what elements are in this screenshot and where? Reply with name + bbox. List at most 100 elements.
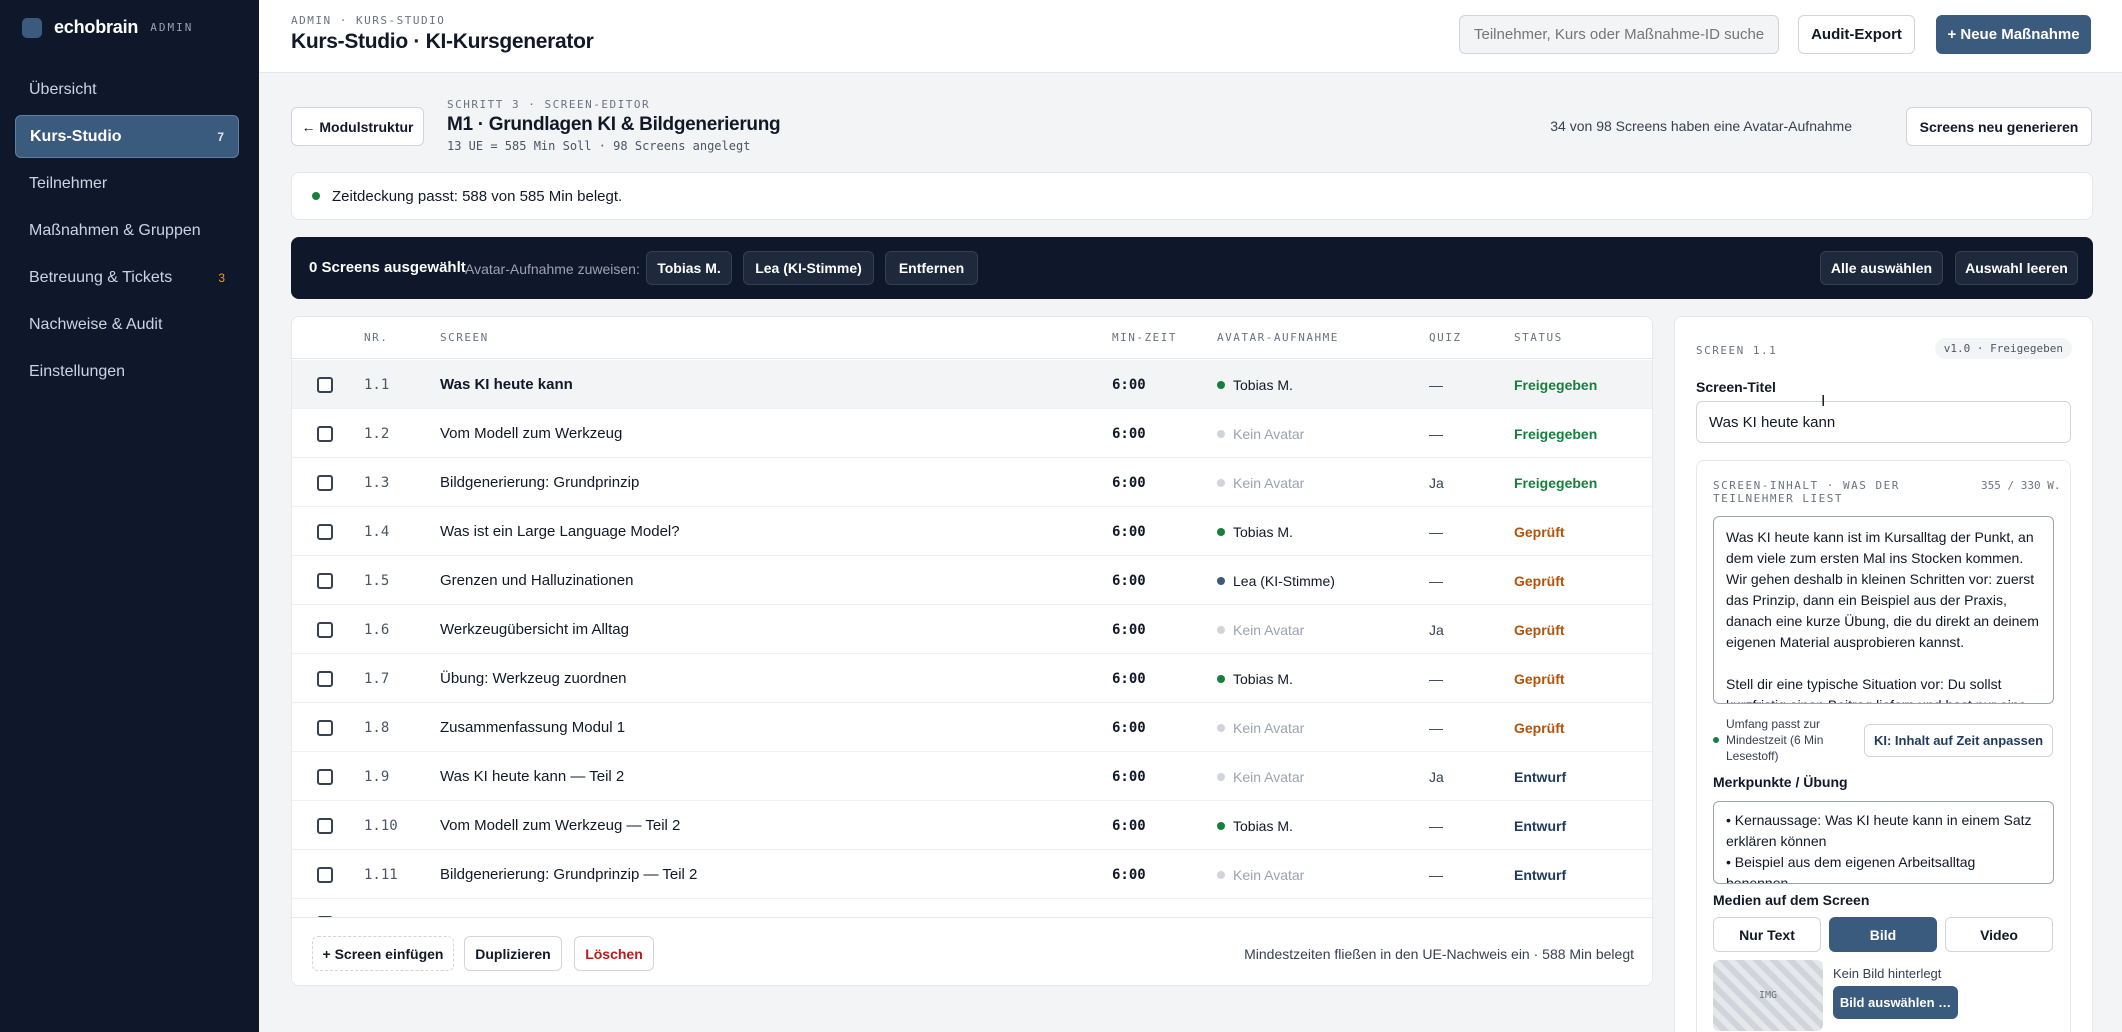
row-title[interactable]: Was KI heute kann	[440, 376, 573, 393]
row-checkbox[interactable]	[317, 671, 333, 687]
row-title[interactable]: Was KI heute kann — Teil 2	[440, 768, 624, 785]
row-checkbox[interactable]	[317, 426, 333, 442]
row-title[interactable]: Werkzeugübersicht im Alltag	[440, 621, 629, 638]
col-header-time[interactable]: MIN-ZEIT	[1112, 331, 1177, 344]
sidebar-item-einstellungen[interactable]: Einstellungen	[15, 350, 239, 393]
screen-title-input[interactable]: Was KI heute kann	[1696, 401, 2071, 443]
audit-export-button[interactable]: Audit-Export	[1798, 15, 1915, 54]
col-header-quiz[interactable]: QUIZ	[1429, 331, 1462, 344]
select-all-button[interactable]: Alle auswählen	[1820, 251, 1943, 285]
assign-tobias-button[interactable]: Tobias M.	[646, 251, 732, 285]
col-header-screen[interactable]: SCREEN	[440, 331, 489, 344]
row-checkbox[interactable]	[317, 720, 333, 736]
screens-table: NR. SCREEN MIN-ZEIT AVATAR-AUFNAHME QUIZ…	[291, 316, 1653, 986]
media-option-text[interactable]: Nur Text	[1713, 917, 1821, 952]
status-dot-icon	[312, 192, 320, 200]
table-row[interactable]: 1.11 Bildgenerierung: Grundprinzip — Teil…	[292, 850, 1652, 899]
clear-selection-button[interactable]: Auswahl leeren	[1955, 251, 2078, 285]
row-title[interactable]: Vom Modell zum Werkzeug — Teil 2	[440, 817, 680, 834]
assign-lea-button[interactable]: Lea (KI-Stimme)	[743, 251, 874, 285]
row-avatar-label: Tobias M.	[1233, 377, 1293, 393]
sidebar-item-kurs-studio[interactable]: Kurs-Studio 7	[15, 115, 239, 158]
row-checkbox[interactable]	[317, 573, 333, 589]
row-avatar: Kein Avatar	[1217, 426, 1304, 442]
sidebar-item-label: Betreuung & Tickets	[29, 268, 173, 286]
row-avatar-label: Kein Avatar	[1233, 769, 1305, 785]
insert-screen-button[interactable]: + Screen einfügen	[312, 936, 454, 971]
row-checkbox[interactable]	[317, 475, 333, 491]
table-row[interactable]: 1.9 Was KI heute kann — Teil 2 6:00 Kein Av…	[292, 752, 1652, 801]
row-status: Geprüft	[1514, 671, 1565, 687]
sidebar-item-massnahmen[interactable]: Maßnahmen & Gruppen	[15, 209, 239, 252]
col-header-avatar[interactable]: AVATAR-AUFNAHME	[1217, 331, 1339, 344]
table-row[interactable]: 1.7 Übung: Werkzeug zuordnen 6:00 Tobias M.…	[292, 654, 1652, 703]
row-title[interactable]: Was ist ein Large Language Model?	[440, 523, 680, 540]
logo[interactable]: echobrain ADMIN	[22, 17, 193, 38]
row-title[interactable]: Zusammenfassung Modul 1	[440, 719, 625, 736]
table-row[interactable]: 1.5 Grenzen und Halluzinationen 6:00 Lea (K…	[292, 556, 1652, 605]
table-row[interactable]: 1.8 Zusammenfassung Modul 1 6:00 Kein Avata…	[292, 703, 1652, 752]
module-meta: 13 UE = 585 Min Soll · 98 Screens angele…	[447, 139, 751, 153]
table-row[interactable]: 1.10 Vom Modell zum Werkzeug — Teil 2 6:00…	[292, 801, 1652, 850]
assign-avatar-label: Avatar-Aufnahme zuweisen:	[465, 261, 640, 277]
row-avatar-label: Kein Avatar	[1233, 867, 1305, 883]
sidebar-item-label: Maßnahmen & Gruppen	[29, 221, 201, 239]
regenerate-screens-button[interactable]: Screens neu generieren	[1906, 107, 2092, 146]
merk-label: Merkpunkte / Übung	[1713, 774, 1848, 790]
row-title[interactable]: Übung: Werkzeug zuordnen	[440, 670, 627, 687]
new-measure-button[interactable]: + Neue Maßnahme	[1936, 15, 2091, 54]
version-badge: v1.0 · Freigegeben	[1934, 338, 2072, 359]
table-row[interactable]: 1.4 Was ist ein Large Language Model? 6:00…	[292, 507, 1652, 556]
row-checkbox[interactable]	[317, 622, 333, 638]
search-input[interactable]	[1459, 15, 1779, 54]
row-title[interactable]: Vom Modell zum Werkzeug	[440, 425, 622, 442]
row-checkbox[interactable]	[317, 377, 333, 393]
row-number: 1.7	[364, 671, 390, 687]
merk-textarea[interactable]: • Kernaussage: Was KI heute kann in eine…	[1713, 801, 2054, 884]
ai-adjust-button[interactable]: KI: Inhalt auf Zeit anpassen	[1864, 724, 2053, 757]
content-textarea[interactable]: Was KI heute kann ist im Kursalltag der …	[1713, 516, 2054, 704]
pick-image-button[interactable]: Bild auswählen …	[1833, 986, 1958, 1019]
table-row[interactable]: 1.12Was ist ein Large Language Model? — …	[292, 899, 1652, 917]
col-header-nr[interactable]: NR.	[364, 331, 388, 344]
row-avatar-label: Lea (KI-Stimme)	[1233, 573, 1335, 589]
sidebar-item-nachweise[interactable]: Nachweise & Audit	[15, 303, 239, 346]
table-row[interactable]: 1.6 Werkzeugübersicht im Alltag 6:00 Kein A…	[292, 605, 1652, 654]
row-avatar-label: Tobias M.	[1233, 524, 1293, 540]
row-title[interactable]: Bildgenerierung: Grundprinzip — Teil 2	[440, 866, 697, 883]
row-min-time: 6:00	[1112, 867, 1146, 883]
sidebar-item-uebersicht[interactable]: Übersicht	[15, 68, 239, 111]
media-option-video[interactable]: Video	[1945, 917, 2053, 952]
content-box: SCREEN-INHALT · WAS DER TEILNEHMER LIEST…	[1696, 460, 2071, 1032]
row-min-time: 6:00	[1112, 573, 1146, 589]
table-row[interactable]: 1.3 Bildgenerierung: Grundprinzip 6:00 Kein…	[292, 458, 1652, 507]
row-title[interactable]: Bildgenerierung: Grundprinzip	[440, 474, 639, 491]
sidebar-item-teilnehmer[interactable]: Teilnehmer	[15, 162, 239, 205]
table-row[interactable]: 1.2 Vom Modell zum Werkzeug 6:00 Kein Avata…	[292, 409, 1652, 458]
sidebar-item-betreuung[interactable]: Betreuung & Tickets 3	[15, 256, 239, 299]
row-avatar: Kein Avatar	[1217, 622, 1304, 638]
row-quiz: Ja	[1429, 475, 1444, 491]
row-status: Entwurf	[1514, 867, 1567, 883]
col-header-status[interactable]: STATUS	[1514, 331, 1563, 344]
row-title[interactable]: Grenzen und Halluzinationen	[440, 572, 633, 589]
avatar-dot-icon	[1217, 479, 1225, 487]
remove-avatar-button[interactable]: Entfernen	[885, 251, 978, 285]
media-option-image[interactable]: Bild	[1829, 917, 1937, 952]
sidebar: echobrain ADMIN Übersicht Kurs-Studio 7 T…	[0, 0, 259, 1032]
table-row[interactable]: 1.1 Was KI heute kann 6:00 Tobias M. — Freige…	[292, 360, 1652, 409]
row-min-time: 6:00	[1112, 720, 1146, 736]
duplicate-button[interactable]: Duplizieren	[464, 936, 562, 971]
row-checkbox[interactable]	[317, 524, 333, 540]
row-checkbox[interactable]	[317, 818, 333, 834]
back-button[interactable]: ← Modulstruktur	[291, 107, 424, 146]
row-checkbox[interactable]	[317, 769, 333, 785]
row-checkbox[interactable]	[317, 867, 333, 883]
selection-count: 0 Screens ausgewählt	[309, 259, 466, 276]
topbar: ADMIN · KURS-STUDIO Kurs-Studio · KI-Kur…	[259, 0, 2122, 73]
row-avatar: Kein Avatar	[1217, 867, 1304, 883]
content-label: SCREEN-INHALT · WAS DER TEILNEHMER LIEST	[1713, 479, 1900, 505]
footer-note: Mindestzeiten fließen in den UE-Nachweis…	[1244, 946, 1634, 962]
delete-button[interactable]: Löschen	[574, 936, 654, 971]
step-label: SCHRITT 3 · SCREEN-EDITOR	[447, 98, 651, 111]
